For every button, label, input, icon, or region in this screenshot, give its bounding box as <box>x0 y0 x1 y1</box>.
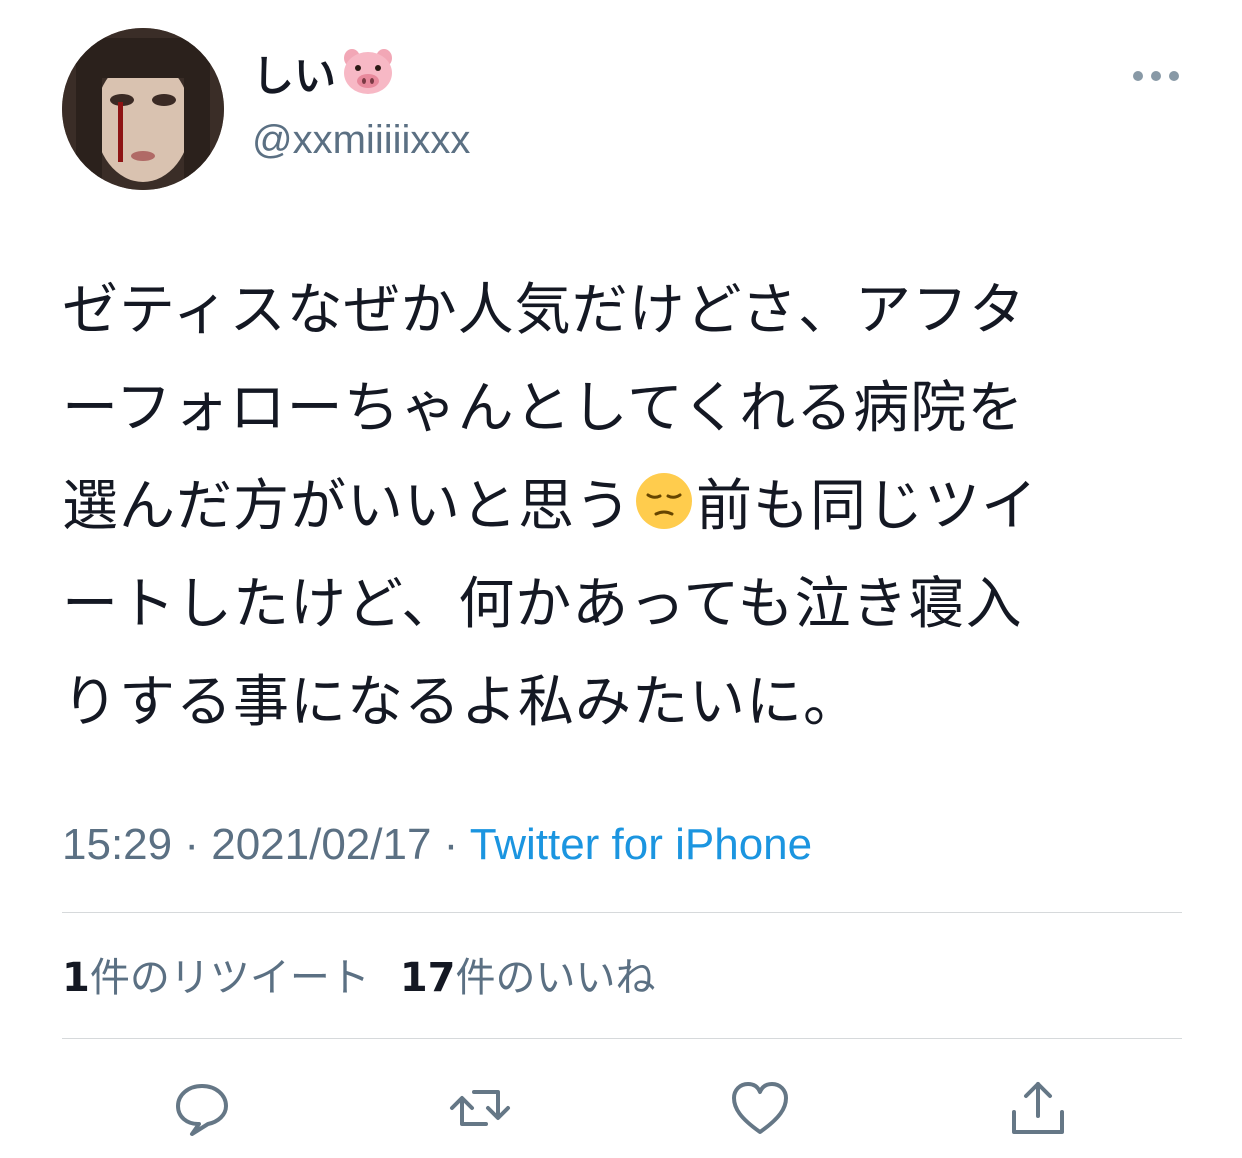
tweet-line: 選んだ方がいいと思う 前も同じツイ <box>62 458 1182 556</box>
tweet-text: ゼティスなぜか人気だけどさ、アフタ ーフォローちゃんとしてくれる病院を 選んだ方… <box>62 262 1182 752</box>
retweets-count: 1 <box>62 955 90 1001</box>
user-handle[interactable]: @xxmiiiiixxx <box>252 112 470 168</box>
retweets-label: 件のリツイート <box>89 955 370 1001</box>
tweet-stats: 1件のリツイート 17件のいいね <box>62 950 656 1006</box>
tweet-source-link[interactable]: Twitter for iPhone <box>470 820 812 869</box>
heart-icon[interactable] <box>728 1076 792 1140</box>
tweet-meta: 15:29 · 2021/02/17 · Twitter for iPhone <box>62 815 812 875</box>
divider <box>62 1038 1182 1039</box>
tweet-line-part: 選んだ方がいいと思う <box>62 474 632 539</box>
tweet-date: 2021/02/17 <box>211 820 432 869</box>
meta-separator: · <box>172 820 212 869</box>
share-icon[interactable] <box>1006 1076 1070 1140</box>
display-name[interactable]: しい <box>252 46 396 112</box>
tweet-line: りする事になるよ私みたいに。 <box>62 670 860 735</box>
meta-separator: · <box>431 820 470 869</box>
display-name-text: しい <box>252 51 337 101</box>
reply-icon[interactable] <box>170 1076 234 1140</box>
tweet-line: ートしたけど、何かあっても泣き寝入 <box>62 572 1023 637</box>
avatar[interactable] <box>62 28 224 190</box>
divider <box>62 912 1182 913</box>
retweets-stat[interactable]: 1件のリツイート <box>62 955 370 1001</box>
more-options-icon[interactable] <box>1132 64 1180 88</box>
likes-count: 17 <box>399 955 456 1001</box>
likes-label: 件のいいね <box>455 955 656 1001</box>
pensive-face-emoji-icon <box>632 466 696 530</box>
tweet-line-part: 前も同じツイ <box>696 474 1038 539</box>
avatar-image <box>62 28 224 190</box>
pig-face-emoji-icon <box>340 46 396 112</box>
tweet-line: ゼティスなぜか人気だけどさ、アフタ <box>62 278 1026 343</box>
tweet-line: ーフォローちゃんとしてくれる病院を <box>62 376 1025 441</box>
retweet-icon[interactable] <box>448 1076 512 1140</box>
likes-stat[interactable]: 17件のいいね <box>400 955 656 1001</box>
tweet-time: 15:29 <box>62 820 173 869</box>
